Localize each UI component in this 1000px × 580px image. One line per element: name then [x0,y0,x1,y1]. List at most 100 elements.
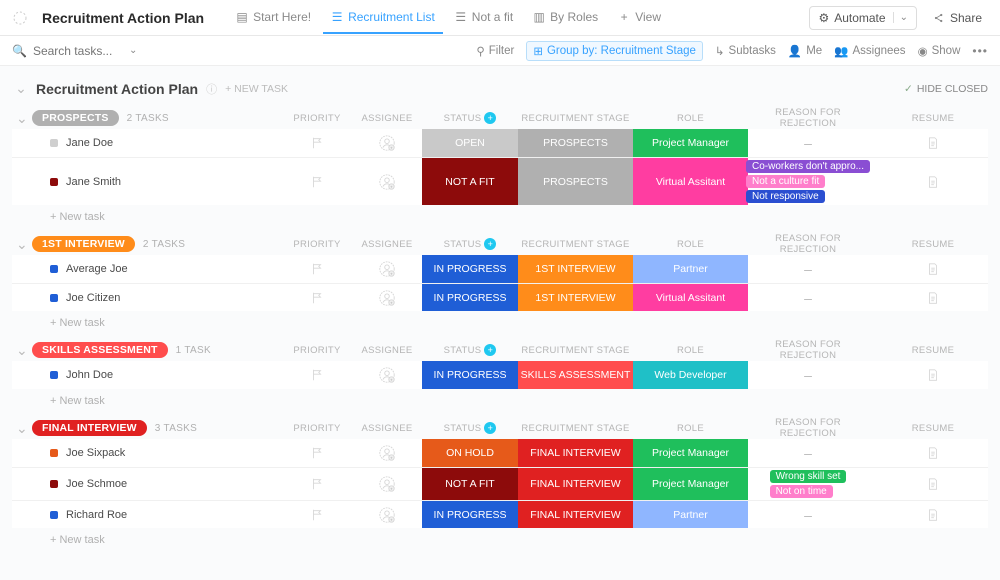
tab-not-a-fit[interactable]: ☰ Not a fit [447,2,521,34]
assignees-button[interactable]: 👥 Assignees [834,44,905,58]
col-role[interactable]: ROLE [633,345,748,356]
task-name-cell[interactable]: Joe Citizen [12,284,282,311]
new-task-header-button[interactable]: + NEW TASK [225,83,288,95]
group-by-button[interactable]: ⊞ Group by: Recruitment Stage [526,41,703,61]
reason-cell[interactable]: – [748,361,868,389]
tab-by-roles[interactable]: ▥ By Roles [525,2,606,34]
col-stage[interactable]: RECRUITMENT STAGE [518,113,633,124]
col-resume[interactable]: RESUME [868,239,998,250]
reason-cell[interactable]: – [748,501,868,528]
reason-cell[interactable]: – [748,129,868,157]
new-task-button[interactable]: + New task [12,311,988,329]
priority-cell[interactable] [282,361,352,389]
filter-button[interactable]: ⚲ Filter [476,44,514,58]
reason-cell[interactable]: – [748,284,868,311]
group-collapse-icon[interactable]: ⌄ [12,420,32,437]
rejection-tag[interactable]: Not responsive [746,190,825,203]
search-box[interactable]: 🔍 ⌄ [12,44,142,58]
task-name-cell[interactable]: Jane Doe [12,129,282,157]
stage-cell[interactable]: FINAL INTERVIEW [518,501,633,528]
task-name-cell[interactable]: Average Joe [12,255,282,283]
group-collapse-icon[interactable]: ⌄ [12,342,32,359]
resume-cell[interactable] [868,158,998,205]
assignee-cell[interactable]: + [352,501,422,528]
group-collapse-icon[interactable]: ⌄ [12,236,32,253]
col-role[interactable]: ROLE [633,239,748,250]
tab-recruitment-list[interactable]: ☰ Recruitment List [323,2,443,34]
col-status[interactable]: STATUS+ [422,238,518,250]
assignee-cell[interactable]: + [352,255,422,283]
status-cell[interactable]: IN PROGRESS [422,361,518,389]
stage-cell[interactable]: PROSPECTS [518,129,633,157]
resume-cell[interactable] [868,284,998,311]
more-menu[interactable]: ••• [972,44,988,58]
col-resume[interactable]: RESUME [868,113,998,124]
task-name-cell[interactable]: Jane Smith [12,158,282,205]
col-reason[interactable]: REASON FOR REJECTION [748,107,868,129]
table-row[interactable]: Joe Schmoe + NOT A FIT FINAL INTERVIEW P… [12,467,988,500]
priority-cell[interactable] [282,284,352,311]
col-stage[interactable]: RECRUITMENT STAGE [518,345,633,356]
new-task-button[interactable]: + New task [12,389,988,407]
add-status-icon[interactable]: + [484,112,496,124]
role-cell[interactable]: Project Manager [633,468,748,500]
col-reason[interactable]: REASON FOR REJECTION [748,417,868,439]
tab-add-view[interactable]: + View [610,2,669,34]
table-row[interactable]: Joe Citizen + IN PROGRESS 1ST INTERVIEW … [12,283,988,311]
status-cell[interactable]: OPEN [422,129,518,157]
col-assignee[interactable]: ASSIGNEE [352,239,422,250]
role-cell[interactable]: Web Developer [633,361,748,389]
stage-cell[interactable]: SKILLS ASSESSMENT [518,361,633,389]
share-button[interactable]: Share [927,7,988,29]
task-name-cell[interactable]: John Doe [12,361,282,389]
priority-cell[interactable] [282,468,352,500]
stage-cell[interactable]: PROSPECTS [518,158,633,205]
rejection-tag[interactable]: Co-workers don't appro... [746,160,870,173]
table-row[interactable]: Jane Smith + NOT A FIT PROSPECTS Virtual… [12,157,988,205]
table-row[interactable]: Average Joe + IN PROGRESS 1ST INTERVIEW … [12,255,988,283]
priority-cell[interactable] [282,255,352,283]
group-badge[interactable]: SKILLS ASSESSMENT [32,342,168,358]
group-collapse-icon[interactable]: ⌄ [12,110,32,127]
automate-button[interactable]: ⚙ Automate ⌄ [809,6,917,30]
role-cell[interactable]: Project Manager [633,439,748,467]
table-row[interactable]: Jane Doe + OPEN PROSPECTS Project Manage… [12,129,988,157]
role-cell[interactable]: Partner [633,255,748,283]
new-task-button[interactable]: + New task [12,205,988,223]
reason-cell[interactable]: Co-workers don't appro...Not a culture f… [748,158,868,205]
col-status[interactable]: STATUS+ [422,422,518,434]
add-status-icon[interactable]: + [484,422,496,434]
col-status[interactable]: STATUS+ [422,344,518,356]
col-stage[interactable]: RECRUITMENT STAGE [518,239,633,250]
resume-cell[interactable] [868,501,998,528]
show-button[interactable]: ◉ Show [918,44,961,58]
assignee-cell[interactable]: + [352,284,422,311]
group-badge[interactable]: 1ST INTERVIEW [32,236,135,252]
col-priority[interactable]: PRIORITY [282,423,352,434]
assignee-cell[interactable]: + [352,158,422,205]
table-row[interactable]: John Doe + IN PROGRESS SKILLS ASSESSMENT… [12,361,988,389]
assignee-cell[interactable]: + [352,129,422,157]
search-input[interactable] [33,44,123,58]
hide-closed-toggle[interactable]: ✓ HIDE CLOSED [904,83,988,95]
stage-cell[interactable]: FINAL INTERVIEW [518,439,633,467]
role-cell[interactable]: Project Manager [633,129,748,157]
new-task-button[interactable]: + New task [12,528,988,546]
group-badge[interactable]: FINAL INTERVIEW [32,420,147,436]
resume-cell[interactable] [868,255,998,283]
priority-cell[interactable] [282,129,352,157]
role-cell[interactable]: Virtual Assitant [633,158,748,205]
task-name-cell[interactable]: Joe Sixpack [12,439,282,467]
status-cell[interactable]: IN PROGRESS [422,255,518,283]
add-status-icon[interactable]: + [484,344,496,356]
col-resume[interactable]: RESUME [868,423,998,434]
col-stage[interactable]: RECRUITMENT STAGE [518,423,633,434]
status-cell[interactable]: IN PROGRESS [422,501,518,528]
group-badge[interactable]: PROSPECTS [32,110,119,126]
role-cell[interactable]: Partner [633,501,748,528]
resume-cell[interactable] [868,439,998,467]
stage-cell[interactable]: 1ST INTERVIEW [518,284,633,311]
priority-cell[interactable] [282,439,352,467]
col-status[interactable]: STATUS+ [422,112,518,124]
info-icon[interactable]: ⓘ [206,81,217,97]
